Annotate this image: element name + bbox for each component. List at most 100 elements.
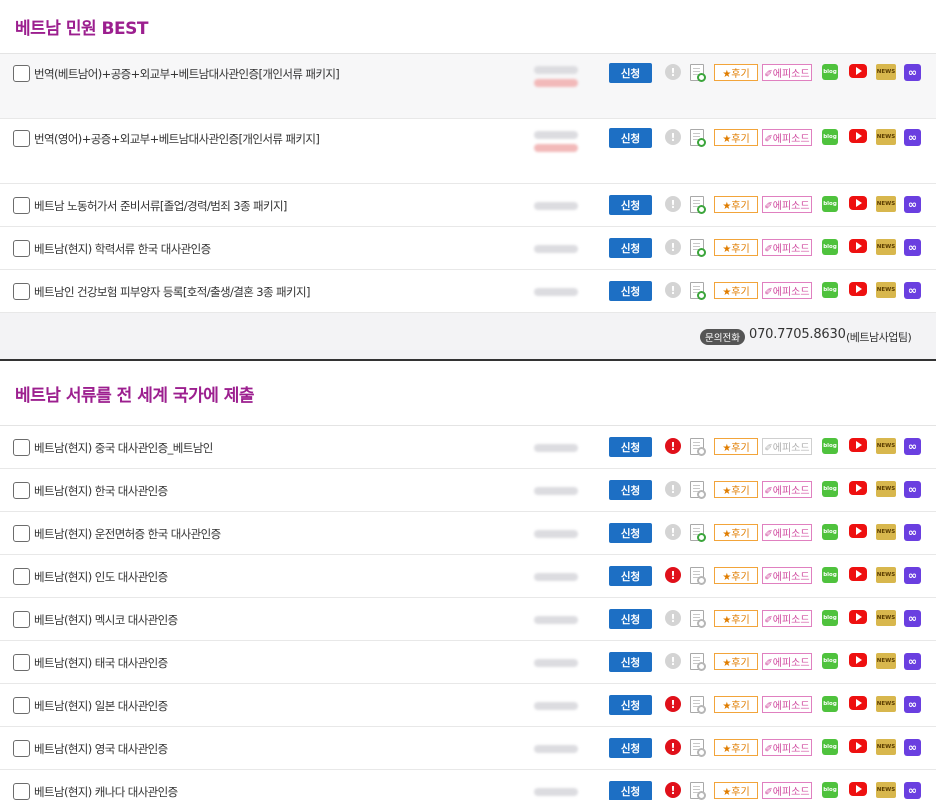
review-button[interactable]: ★후기 [714,610,758,627]
document-search-icon[interactable] [690,610,706,628]
link-icon[interactable]: ∞ [904,481,921,498]
blog-icon[interactable]: blog [822,129,838,145]
document-search-icon[interactable] [690,129,706,147]
episode-button[interactable]: ✐에피소드 [762,567,812,584]
news-icon[interactable]: NEWS [876,129,896,145]
select-checkbox[interactable] [13,568,30,585]
link-icon[interactable]: ∞ [904,653,921,670]
document-search-icon[interactable] [690,782,706,800]
document-search-icon[interactable] [690,481,706,499]
news-icon[interactable]: NEWS [876,196,896,212]
select-checkbox[interactable] [13,240,30,257]
select-checkbox[interactable] [13,654,30,671]
episode-button[interactable]: ✐에피소드 [762,782,812,799]
select-checkbox[interactable] [13,611,30,628]
alert-icon[interactable]: ! [665,567,681,583]
select-checkbox[interactable] [13,740,30,757]
product-name[interactable]: 베트남(현지) 일본 대사관인증 [34,698,168,714]
blog-icon[interactable]: blog [822,653,838,669]
youtube-icon[interactable] [849,129,867,143]
apply-button[interactable]: 신청 [609,480,652,500]
youtube-icon[interactable] [849,196,867,210]
link-icon[interactable]: ∞ [904,782,921,799]
product-name[interactable]: 베트남 노동허가서 준비서류[졸업/경력/범죄 3종 패키지] [34,198,287,214]
youtube-icon[interactable] [849,782,867,796]
review-button[interactable]: ★후기 [714,129,758,146]
episode-button[interactable]: ✐에피소드 [762,653,812,670]
product-name[interactable]: 베트남(현지) 태국 대사관인증 [34,655,168,671]
document-search-icon[interactable] [690,438,706,456]
news-icon[interactable]: NEWS [876,438,896,454]
blog-icon[interactable]: blog [822,196,838,212]
document-search-icon[interactable] [690,696,706,714]
apply-button[interactable]: 신청 [609,437,652,457]
apply-button[interactable]: 신청 [609,695,652,715]
product-name[interactable]: 베트남(현지) 한국 대사관인증 [34,483,168,499]
review-button[interactable]: ★후기 [714,282,758,299]
youtube-icon[interactable] [849,64,867,78]
review-button[interactable]: ★후기 [714,524,758,541]
select-checkbox[interactable] [13,439,30,456]
product-name[interactable]: 베트남(현지) 운전면허증 한국 대사관인증 [34,526,221,542]
alert-icon[interactable]: ! [665,438,681,454]
product-name[interactable]: 베트남(현지) 인도 대사관인증 [34,569,168,585]
blog-icon[interactable]: blog [822,696,838,712]
blog-icon[interactable]: blog [822,239,838,255]
news-icon[interactable]: NEWS [876,239,896,255]
apply-button[interactable]: 신청 [609,609,652,629]
document-search-icon[interactable] [690,282,706,300]
apply-button[interactable]: 신청 [609,781,652,800]
news-icon[interactable]: NEWS [876,64,896,80]
product-name[interactable]: 베트남(현지) 중국 대사관인증_베트남인 [34,440,213,456]
product-name[interactable]: 번역(영어)+공증+외교부+베트남대사관인증[개인서류 패키지] [34,131,320,147]
alert-icon[interactable]: ! [665,739,681,755]
episode-button[interactable]: ✐에피소드 [762,282,812,299]
document-search-icon[interactable] [690,524,706,542]
news-icon[interactable]: NEWS [876,739,896,755]
alert-icon[interactable]: ! [665,282,681,298]
apply-button[interactable]: 신청 [609,238,652,258]
alert-icon[interactable]: ! [665,653,681,669]
youtube-icon[interactable] [849,481,867,495]
youtube-icon[interactable] [849,653,867,667]
product-name[interactable]: 베트남(현지) 멕시코 대사관인증 [34,612,178,628]
link-icon[interactable]: ∞ [904,438,921,455]
link-icon[interactable]: ∞ [904,696,921,713]
apply-button[interactable]: 신청 [609,281,652,301]
product-name[interactable]: 베트남(현지) 영국 대사관인증 [34,741,168,757]
select-checkbox[interactable] [13,482,30,499]
apply-button[interactable]: 신청 [609,63,652,83]
product-name[interactable]: 베트남(현지) 캐나다 대사관인증 [34,784,178,800]
alert-icon[interactable]: ! [665,610,681,626]
blog-icon[interactable]: blog [822,567,838,583]
alert-icon[interactable]: ! [665,129,681,145]
link-icon[interactable]: ∞ [904,129,921,146]
link-icon[interactable]: ∞ [904,524,921,541]
episode-button[interactable]: ✐에피소드 [762,739,812,756]
review-button[interactable]: ★후기 [714,782,758,799]
blog-icon[interactable]: blog [822,64,838,80]
youtube-icon[interactable] [849,282,867,296]
alert-icon[interactable]: ! [665,239,681,255]
episode-button[interactable]: ✐에피소드 [762,239,812,256]
review-button[interactable]: ★후기 [714,567,758,584]
alert-icon[interactable]: ! [665,782,681,798]
alert-icon[interactable]: ! [665,481,681,497]
apply-button[interactable]: 신청 [609,652,652,672]
document-search-icon[interactable] [690,64,706,82]
review-button[interactable]: ★후기 [714,196,758,213]
news-icon[interactable]: NEWS [876,653,896,669]
episode-button[interactable]: ✐에피소드 [762,696,812,713]
alert-icon[interactable]: ! [665,196,681,212]
link-icon[interactable]: ∞ [904,196,921,213]
episode-button[interactable]: ✐에피소드 [762,64,812,81]
select-checkbox[interactable] [13,783,30,800]
news-icon[interactable]: NEWS [876,567,896,583]
select-checkbox[interactable] [13,697,30,714]
blog-icon[interactable]: blog [822,282,838,298]
link-icon[interactable]: ∞ [904,610,921,627]
link-icon[interactable]: ∞ [904,739,921,756]
document-search-icon[interactable] [690,196,706,214]
apply-button[interactable]: 신청 [609,738,652,758]
select-checkbox[interactable] [13,130,30,147]
